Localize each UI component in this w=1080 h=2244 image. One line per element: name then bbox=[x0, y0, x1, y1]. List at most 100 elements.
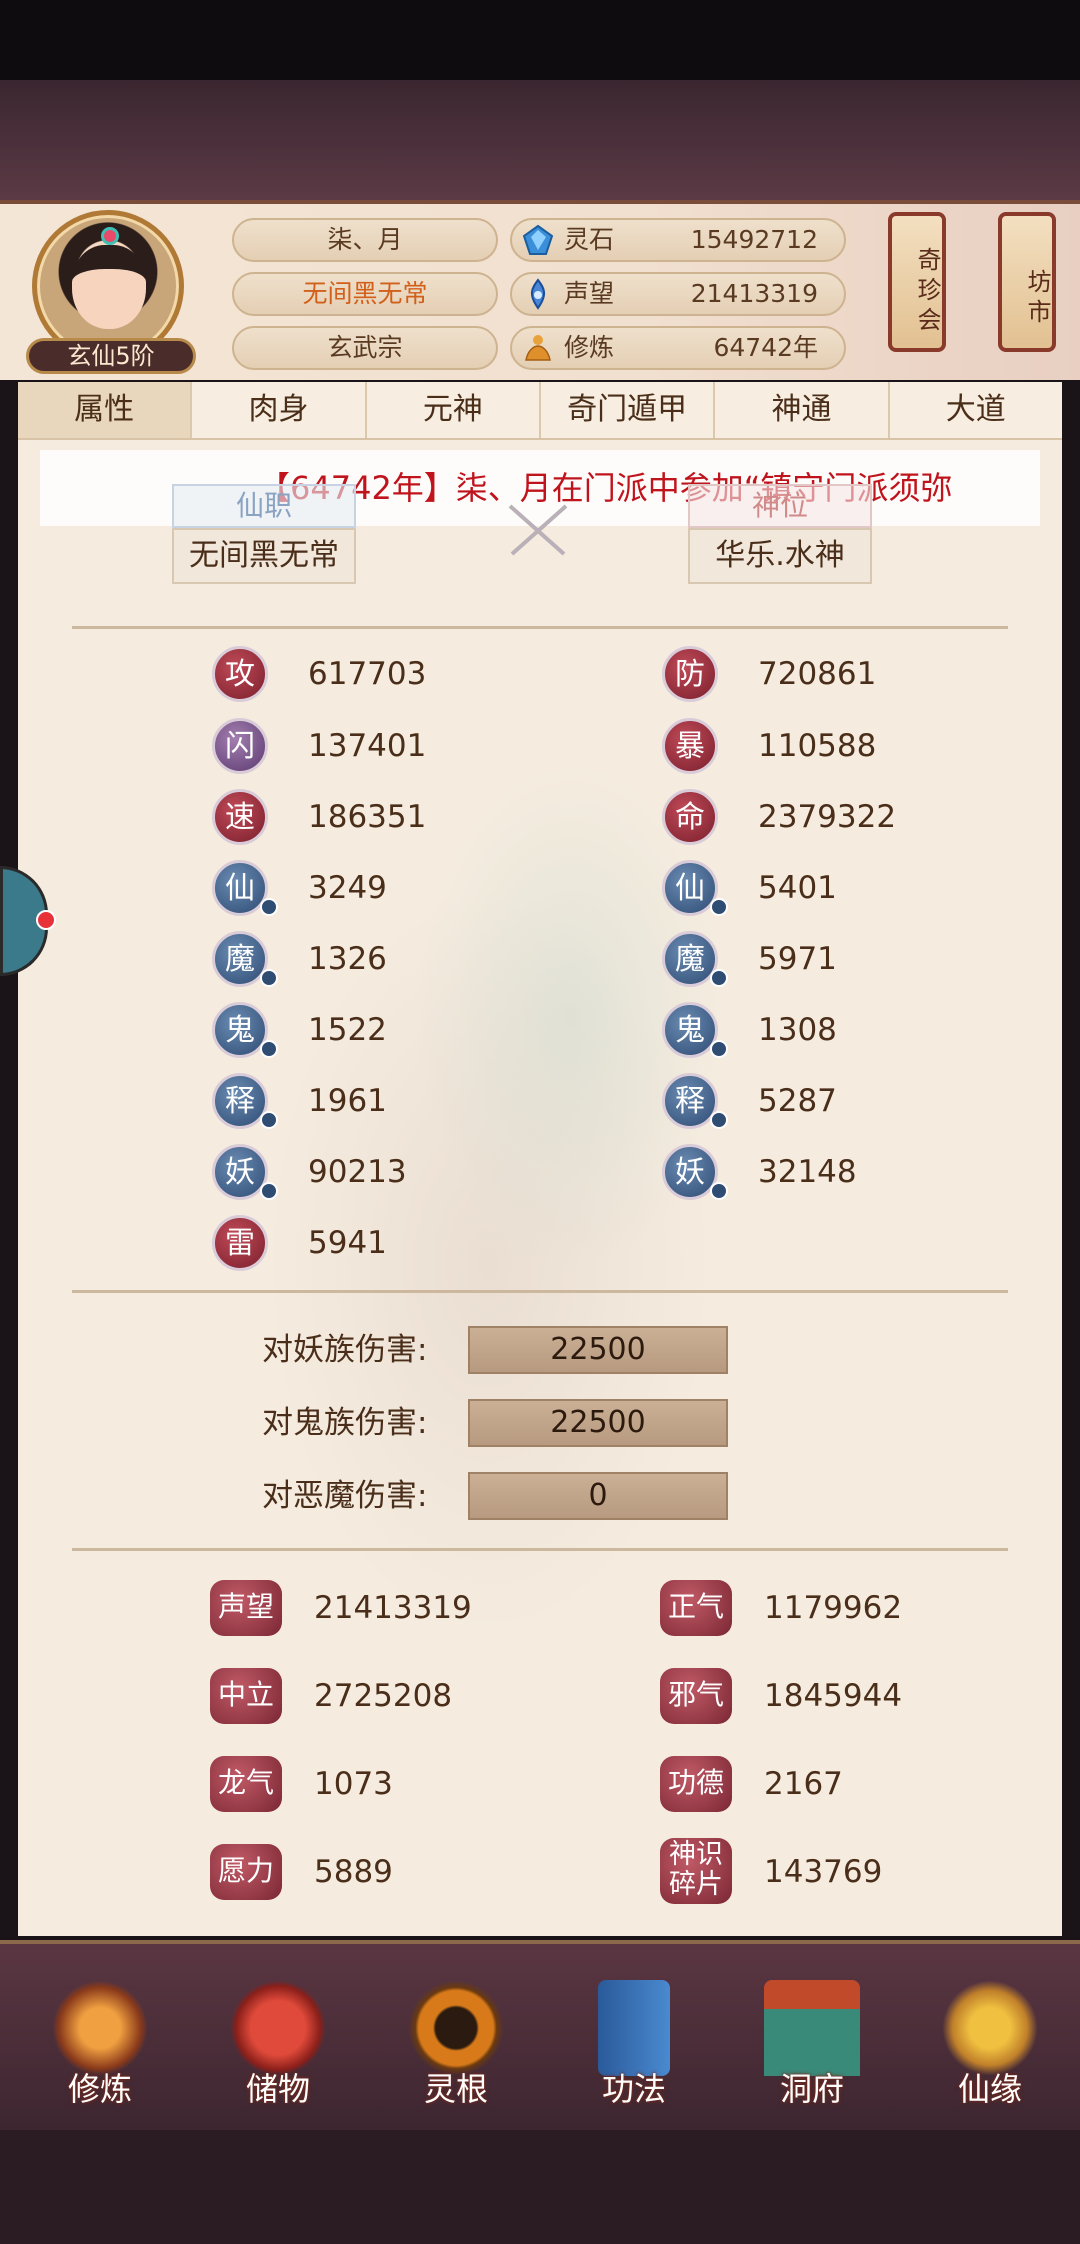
crit-value: 110588 bbox=[758, 728, 877, 764]
neutral-value: 2725208 bbox=[314, 1678, 453, 1714]
neutral-badge-icon: 中立 bbox=[210, 1668, 282, 1724]
wish-power-badge-icon: 愿力 bbox=[210, 1844, 282, 1900]
resource-value: 64742年 bbox=[713, 333, 818, 362]
attack-value: 617703 bbox=[308, 656, 427, 692]
defense-pip-icon bbox=[710, 1111, 728, 1129]
demon-attack-value: 1326 bbox=[308, 941, 387, 977]
divider bbox=[72, 1548, 1008, 1551]
defense-icon: 防 bbox=[662, 646, 718, 702]
damage-vs-monster-label: 对妖族伤害: bbox=[262, 1332, 428, 1368]
dragon-qi-badge-icon: 龙气 bbox=[210, 1756, 282, 1812]
defense-value: 720861 bbox=[758, 656, 877, 692]
attack-pip-icon bbox=[260, 969, 278, 987]
spirit-stone-icon bbox=[522, 224, 554, 255]
damage-vs-demon-value: 0 bbox=[468, 1472, 728, 1520]
attack-pip-icon bbox=[260, 1111, 278, 1129]
hp-value: 2379322 bbox=[758, 799, 897, 835]
storage-bag-icon bbox=[230, 1980, 326, 2076]
cave-dwelling-icon bbox=[764, 1980, 860, 2076]
evil-badge-icon: 邪气 bbox=[660, 1668, 732, 1724]
nav-label: 灵根 bbox=[423, 2070, 488, 2108]
treasure-fair-button[interactable]: 奇珍会 bbox=[888, 212, 946, 352]
defense-pip-icon bbox=[710, 1182, 728, 1200]
nav-fortune[interactable]: 仙缘 bbox=[930, 1980, 1050, 2110]
xianzhi-label: 仙职 bbox=[172, 484, 356, 528]
tab-dao[interactable]: 大道 bbox=[890, 382, 1062, 438]
resource-label: 声望 bbox=[564, 279, 615, 308]
cultivate-icon bbox=[52, 1980, 148, 2076]
reputation-value: 21413319 bbox=[314, 1590, 472, 1626]
bottom-nav bbox=[0, 1940, 1080, 2130]
nav-label: 洞府 bbox=[779, 2070, 844, 2108]
bottom-frame bbox=[0, 2130, 1080, 2244]
damage-vs-demon-label: 对恶魔伤害: bbox=[262, 1478, 428, 1514]
character-illustration bbox=[120, 520, 940, 1760]
ghost-attack-value: 1522 bbox=[308, 1012, 387, 1048]
resource-value: 15492712 bbox=[690, 225, 818, 254]
nav-label: 修炼 bbox=[67, 2070, 132, 2108]
crossed-swords-icon bbox=[508, 504, 568, 556]
soul-fragment-badge-icon: 神识碎片 bbox=[660, 1838, 732, 1904]
shenwei-value[interactable]: 华乐.水神 bbox=[688, 528, 872, 584]
tab-spirit[interactable]: 元神 bbox=[367, 382, 541, 438]
speed-value: 186351 bbox=[308, 799, 427, 835]
buddha-attack-value: 1961 bbox=[308, 1083, 387, 1119]
tab-attributes[interactable]: 属性 bbox=[18, 382, 193, 438]
avatar-hair-ornament-icon bbox=[101, 227, 119, 245]
wish-power-value: 5889 bbox=[314, 1854, 393, 1890]
nav-cultivate[interactable]: 修炼 bbox=[40, 1980, 160, 2110]
status-bar bbox=[0, 0, 1080, 80]
reputation-icon bbox=[531, 278, 545, 310]
damage-vs-ghost-label: 对鬼族伤害: bbox=[262, 1405, 428, 1441]
nav-label: 储物 bbox=[245, 2070, 310, 2108]
xianzhi-value[interactable]: 无间黑无常 bbox=[172, 528, 356, 584]
tab-divine-power[interactable]: 神通 bbox=[715, 382, 890, 438]
gourd-icon bbox=[942, 1980, 1038, 2076]
hp-icon: 命 bbox=[662, 789, 718, 845]
defense-pip-icon bbox=[710, 969, 728, 987]
technique-book-icon bbox=[598, 1980, 670, 2076]
monster-attack-value: 90213 bbox=[308, 1154, 407, 1190]
ghost-defense-value: 1308 bbox=[758, 1012, 837, 1048]
resource-label: 灵石 bbox=[564, 225, 615, 254]
player-sect: 玄武宗 bbox=[232, 326, 498, 370]
nav-storage[interactable]: 储物 bbox=[218, 1980, 338, 2110]
shenwei-label: 神位 bbox=[688, 484, 872, 528]
resource-label: 修炼 bbox=[564, 333, 615, 362]
nav-cave[interactable]: 洞府 bbox=[752, 1980, 872, 2110]
tab-qimen[interactable]: 奇门遁甲 bbox=[541, 382, 716, 438]
resource-spirit-stone: 灵石 15492712 bbox=[510, 218, 846, 262]
dodge-value: 137401 bbox=[308, 728, 427, 764]
attack-pip-icon bbox=[260, 1040, 278, 1058]
damage-vs-ghost-value: 22500 bbox=[468, 1399, 728, 1447]
divider bbox=[72, 1290, 1008, 1293]
rank-badge: 玄仙5阶 bbox=[26, 338, 196, 374]
defense-pip-icon bbox=[710, 898, 728, 916]
market-button[interactable]: 坊市 bbox=[998, 212, 1056, 352]
nav-spirit-root[interactable]: 灵根 bbox=[396, 1980, 516, 2110]
immortal-attack-value: 3249 bbox=[308, 870, 387, 906]
speed-icon: 速 bbox=[212, 789, 268, 845]
crit-icon: 暴 bbox=[662, 718, 718, 774]
divider bbox=[72, 626, 1008, 629]
righteous-value: 1179962 bbox=[764, 1590, 903, 1626]
immortal-defense-value: 5401 bbox=[758, 870, 837, 906]
nav-technique[interactable]: 功法 bbox=[574, 1980, 694, 2110]
player-title: 无间黑无常 bbox=[232, 272, 498, 316]
righteous-badge-icon: 正气 bbox=[660, 1580, 732, 1636]
nav-label: 功法 bbox=[601, 2070, 666, 2108]
reputation-badge-icon: 声望 bbox=[210, 1580, 282, 1636]
resource-cultivation: 修炼 64742年 bbox=[510, 326, 846, 370]
cultivation-icon bbox=[525, 335, 551, 361]
dodge-icon: 闪 bbox=[212, 718, 268, 774]
avatar-face-icon bbox=[72, 245, 146, 329]
resource-reputation: 声望 21413319 bbox=[510, 272, 846, 316]
attack-icon: 攻 bbox=[212, 646, 268, 702]
monster-defense-value: 32148 bbox=[758, 1154, 857, 1190]
evil-value: 1845944 bbox=[764, 1678, 903, 1714]
demon-defense-value: 5971 bbox=[758, 941, 837, 977]
thunder-icon: 雷 bbox=[212, 1215, 268, 1271]
player-name: 柒、月 bbox=[232, 218, 498, 262]
tab-body[interactable]: 肉身 bbox=[192, 382, 367, 438]
defense-pip-icon bbox=[710, 1040, 728, 1058]
